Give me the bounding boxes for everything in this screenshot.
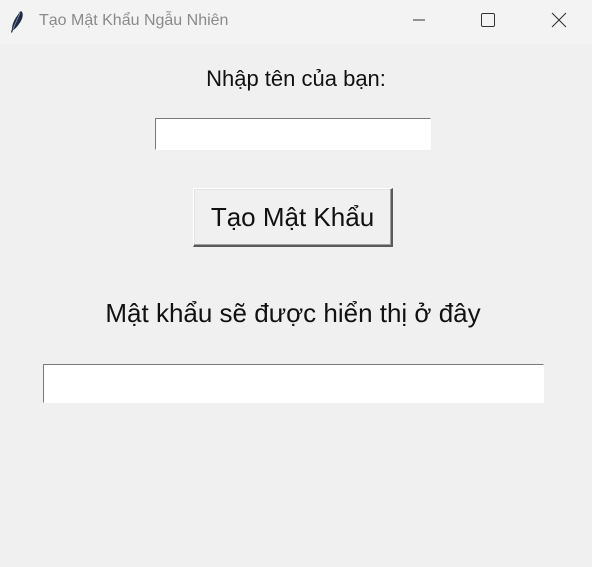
close-button[interactable] bbox=[536, 0, 582, 44]
minimize-icon bbox=[411, 12, 427, 33]
result-label: Mật khẩu sẽ được hiển thị ở đây bbox=[105, 298, 481, 328]
password-output-field[interactable] bbox=[43, 364, 544, 403]
name-label: Nhập tên của bạn: bbox=[206, 66, 386, 91]
window-title: Tạo Mật Khẩu Ngẫu Nhiên bbox=[39, 12, 229, 29]
app-window: Tạo Mật Khẩu Ngẫu Nhiên Nhập tên của bạn… bbox=[0, 0, 592, 567]
generate-password-button[interactable]: Tạo Mật Khẩu bbox=[193, 188, 393, 247]
feather-icon bbox=[8, 10, 26, 34]
close-icon bbox=[550, 11, 568, 34]
name-input[interactable] bbox=[155, 118, 431, 150]
maximize-icon bbox=[480, 12, 496, 33]
minimize-button[interactable] bbox=[396, 0, 442, 44]
maximize-button[interactable] bbox=[465, 0, 511, 44]
title-bar[interactable]: Tạo Mật Khẩu Ngẫu Nhiên bbox=[0, 0, 592, 44]
